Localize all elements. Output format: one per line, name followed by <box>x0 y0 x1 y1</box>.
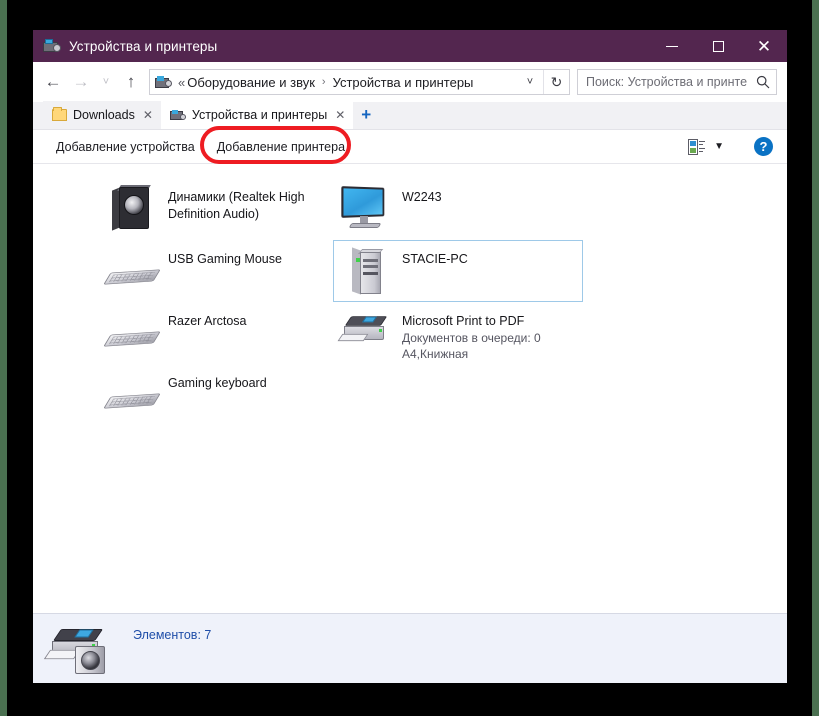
devices-and-printers-window: Устройства и принтеры ✕ ← → ˅ ↑ « Оборуд… <box>33 30 787 683</box>
breadcrumb-item-hardware[interactable]: Оборудование и звук <box>187 75 315 90</box>
list-item-label: Microsoft Print to PDF <box>402 314 525 328</box>
address-devices-printers-icon <box>155 75 172 90</box>
search-input[interactable]: Поиск: Устройства и принте <box>586 75 750 89</box>
search-icon[interactable] <box>750 75 776 89</box>
devices-printers-icon <box>43 38 61 54</box>
title-bar: Устройства и принтеры ✕ <box>33 30 787 62</box>
monitor-icon <box>340 185 396 237</box>
devices-list-area: Динамики (Realtek High Definition Audio)… <box>33 164 787 613</box>
recent-locations-button[interactable]: ˅ <box>95 67 117 97</box>
devices-column-right: W2243 STACIE-PC Microsoft Print to PDF Д… <box>333 178 583 364</box>
refresh-icon[interactable]: ↻ <box>543 70 569 94</box>
chevron-down-icon[interactable]: ▼ <box>714 141 724 152</box>
tab-devices-printers[interactable]: Устройства и принтеры ✕ <box>160 101 354 129</box>
forward-button[interactable]: → <box>67 67 95 97</box>
tab-devices-printers-label: Устройства и принтеры <box>191 108 328 122</box>
keyboard-icon <box>103 247 162 299</box>
pc-tower-icon <box>340 247 396 299</box>
list-item-label: Razer Arctosa <box>168 314 247 328</box>
status-bar: Элементов: 7 <box>33 613 787 683</box>
devices-printers-icon <box>169 109 186 122</box>
printer-camera-icon <box>43 620 119 678</box>
list-item-text: Microsoft Print to PDF Документов в очер… <box>402 309 541 362</box>
tab-downloads[interactable]: Downloads ✕ <box>43 101 161 129</box>
window-title: Устройства и принтеры <box>69 38 218 54</box>
folder-icon <box>52 107 67 121</box>
tab-strip: Downloads ✕ Устройства и принтеры ✕ + <box>33 101 787 130</box>
help-icon[interactable]: ? <box>754 137 773 156</box>
tab-downloads-close-icon[interactable]: ✕ <box>142 108 154 122</box>
list-item-label: Gaming keyboard <box>168 376 267 390</box>
list-item-label: W2243 <box>402 190 442 204</box>
address-bar[interactable]: « Оборудование и звук › Устройства и при… <box>149 69 570 95</box>
add-device-button[interactable]: Добавление устройства <box>45 135 206 159</box>
minimize-button[interactable] <box>649 30 695 62</box>
chevron-down-icon[interactable]: ˅ <box>517 70 543 94</box>
left-edge-strip <box>0 0 7 716</box>
maximize-button[interactable] <box>695 30 741 62</box>
list-item[interactable]: STACIE-PC <box>333 240 583 302</box>
breadcrumb: « Оборудование и звук › Устройства и при… <box>178 75 517 90</box>
tab-devices-printers-close-icon[interactable]: ✕ <box>334 108 346 122</box>
devices-column-left: Динамики (Realtek High Definition Audio)… <box>99 178 329 426</box>
close-button[interactable]: ✕ <box>741 30 787 62</box>
keyboard-icon <box>103 371 162 423</box>
printer-icon <box>337 309 396 361</box>
list-item-label: Динамики (Realtek High Definition Audio) <box>168 190 305 221</box>
breadcrumb-overflow[interactable]: « <box>178 75 185 90</box>
list-item-queue-status: Документов в очереди: 0 <box>402 330 541 345</box>
new-tab-button[interactable]: + <box>353 101 379 129</box>
up-button[interactable]: ↑ <box>117 67 145 97</box>
view-options-icon[interactable] <box>688 138 706 155</box>
speaker-icon <box>106 185 162 237</box>
list-item-label: USB Gaming Mouse <box>168 252 282 266</box>
command-bar: Добавление устройства Добавление принтер… <box>33 126 787 164</box>
list-item[interactable]: Динамики (Realtek High Definition Audio) <box>99 178 329 240</box>
window-controls: ✕ <box>649 30 787 62</box>
item-count-label: Элементов: 7 <box>133 628 212 642</box>
breadcrumb-item-devices-printers[interactable]: Устройства и принтеры <box>333 75 474 90</box>
list-item[interactable]: W2243 <box>333 178 583 240</box>
list-item[interactable]: Microsoft Print to PDF Документов в очер… <box>333 302 583 364</box>
list-item-paper-status: A4,Книжная <box>402 347 469 362</box>
list-item[interactable]: USB Gaming Mouse <box>99 240 329 302</box>
keyboard-icon <box>103 309 162 361</box>
list-item[interactable]: Razer Arctosa <box>99 302 329 364</box>
right-edge-strip <box>812 0 819 716</box>
list-item[interactable]: Gaming keyboard <box>99 364 329 426</box>
add-printer-button[interactable]: Добавление принтера <box>206 135 356 159</box>
tab-downloads-label: Downloads <box>73 108 135 122</box>
command-bar-right: ▼ ? <box>688 137 787 156</box>
back-button[interactable]: ← <box>39 67 67 97</box>
list-item-label: STACIE-PC <box>402 252 468 266</box>
breadcrumb-separator: › <box>321 76 326 88</box>
search-box[interactable]: Поиск: Устройства и принте <box>577 69 777 95</box>
navigation-bar: ← → ˅ ↑ « Оборудование и звук › Устройст… <box>33 62 787 102</box>
